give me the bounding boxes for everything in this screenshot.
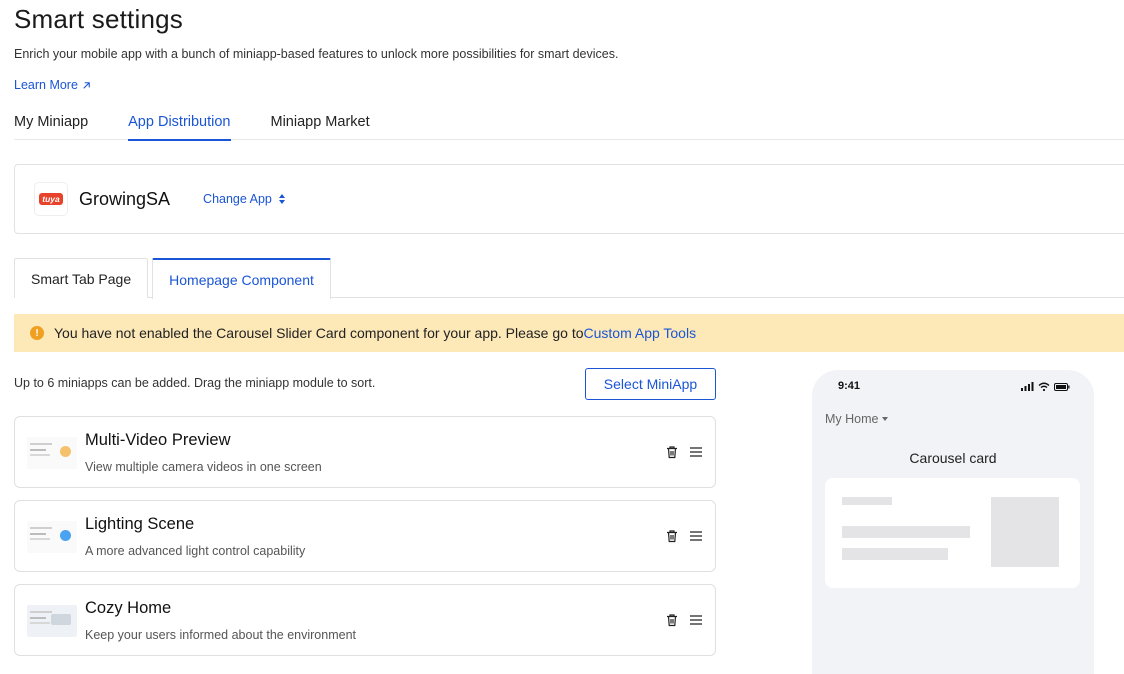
tab-smart-tab-page[interactable]: Smart Tab Page [14,258,149,298]
miniapp-thumbnail [27,437,77,469]
miniapp-thumbnail-accent [51,614,71,625]
signal-icon [1021,382,1034,391]
page-title: Smart settings [14,4,183,34]
miniapp-thumbnail-accent [60,446,71,457]
sub-tabs: Smart Tab Page Homepage Component [14,258,1124,299]
miniapp-thumbnail [27,521,77,553]
custom-app-tools-link[interactable]: Custom App Tools [584,325,697,341]
battery-icon [1054,382,1070,391]
miniapp-thumbnail [27,605,77,637]
trash-icon[interactable] [665,529,679,543]
phone-time: 9:41 [838,380,861,392]
page-description: Enrich your mobile app with a bunch of m… [14,47,619,61]
wifi-icon [1038,382,1050,391]
miniapp-title: Multi-Video Preview [85,431,231,449]
phone-preview: 9:41 My Home Carousel card [812,370,1094,674]
miniapp-description: Keep your users informed about the envir… [85,628,356,642]
list-item[interactable]: Lighting Scene A more advanced light con… [14,500,716,572]
phone-status-bar [1021,382,1070,391]
miniapp-title: Lighting Scene [85,515,195,533]
trash-icon[interactable] [665,445,679,459]
learn-more-label: Learn More [14,78,78,92]
drag-handle-icon[interactable] [689,445,703,459]
external-link-icon [83,81,90,89]
miniapp-description: A more advanced light control capability [85,544,306,558]
carousel-card-label: Carousel card [909,450,997,466]
change-app-label: Change App [203,192,272,206]
caret-down-icon [882,417,889,421]
alert-message: You have not enabled the Carousel Slider… [54,325,584,341]
app-logo-text: tuya [39,193,63,205]
tab-miniapp-market[interactable]: Miniapp Market [271,108,370,140]
app-name: GrowingSA [79,188,171,209]
image-placeholder [991,497,1059,567]
miniapp-title: Cozy Home [85,599,172,617]
trash-icon[interactable] [665,613,679,627]
select-miniapp-button[interactable]: Select MiniApp [585,368,716,400]
app-selector-card: tuya GrowingSA Change App [14,164,1124,234]
phone-home-selector: My Home [825,412,889,426]
tab-homepage-component[interactable]: Homepage Component [152,258,331,299]
list-item[interactable]: Cozy Home Keep your users informed about… [14,584,716,656]
tab-my-miniapp[interactable]: My Miniapp [14,108,88,140]
sort-arrows-icon [278,194,285,204]
list-hint: Up to 6 miniapps can be added. Drag the … [14,376,376,390]
warning-icon: ! [30,326,44,340]
drag-handle-icon[interactable] [689,529,703,543]
app-logo: tuya [35,183,67,215]
miniapp-thumbnail-accent [60,530,71,541]
list-item[interactable]: Multi-Video Preview View multiple camera… [14,416,716,488]
carousel-card-placeholder [825,478,1080,588]
phone-home-label: My Home [825,412,879,426]
tab-app-distribution[interactable]: App Distribution [128,108,231,141]
drag-handle-icon[interactable] [689,613,703,627]
main-tabs: My Miniapp App Distribution Miniapp Mark… [14,108,1124,141]
miniapp-list: Multi-Video Preview View multiple camera… [14,416,716,668]
learn-more-link[interactable]: Learn More [14,78,92,92]
change-app-button[interactable]: Change App [203,192,286,206]
warning-alert: ! You have not enabled the Carousel Slid… [14,314,1124,352]
miniapp-description: View multiple camera videos in one scree… [85,460,322,474]
